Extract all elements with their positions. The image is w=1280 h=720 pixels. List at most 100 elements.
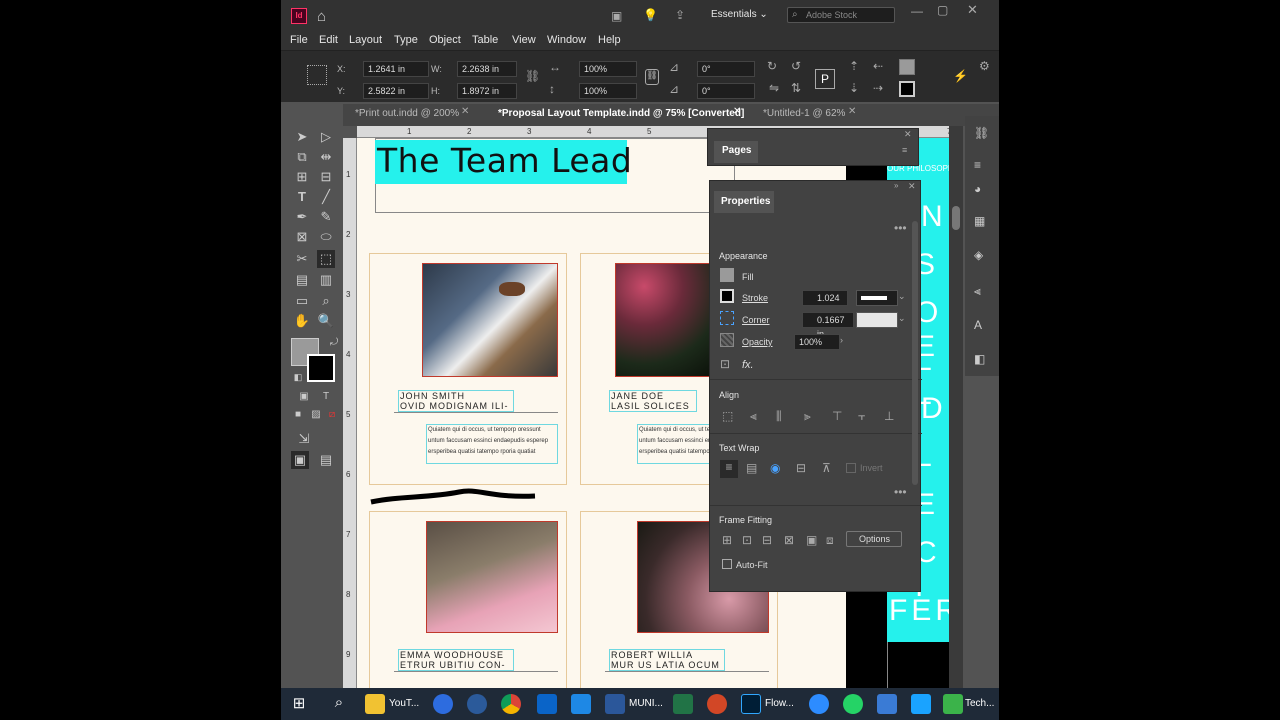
links-icon[interactable]: ⛓ <box>974 126 989 140</box>
opacity-label[interactable]: Opacity <box>742 337 773 347</box>
line-tool-icon[interactable]: ╱ <box>317 188 335 206</box>
chrome-icon[interactable] <box>501 694 521 714</box>
text-frame-p-icon[interactable]: P <box>815 69 835 89</box>
properties-panel[interactable]: » ✕ Properties ••• Appearance Fill Strok… <box>709 180 922 592</box>
home-icon[interactable]: ⌂ <box>317 8 326 25</box>
auto-fit-checkbox[interactable] <box>722 559 732 569</box>
type-tool-icon[interactable]: T <box>293 188 311 206</box>
rectangle-frame-tool-icon[interactable]: ⊠ <box>293 228 311 246</box>
more-options-icon[interactable]: ••• <box>894 221 907 235</box>
rotate-angle-field[interactable]: 0° <box>697 61 755 77</box>
corner-label[interactable]: Corner <box>742 315 770 325</box>
gear-icon[interactable]: ⚙ <box>979 59 990 73</box>
gradient-feather-tool-icon[interactable]: ▥ <box>317 271 335 289</box>
page-heading[interactable]: The Team Lead <box>377 141 632 180</box>
flip-horizontal-icon[interactable]: ⇋ <box>769 81 779 95</box>
camtasia-icon[interactable] <box>943 694 963 714</box>
default-fill-stroke-icon[interactable]: ◧ <box>289 368 307 386</box>
screen-mode-icon[interactable]: ▣ <box>611 9 622 23</box>
view-options-icon[interactable]: ▤ <box>317 451 335 469</box>
corner-size-field[interactable]: 0.1667 in <box>802 312 854 339</box>
wrap-bounding-box-icon[interactable]: ▤ <box>746 461 757 475</box>
swap-fill-stroke-icon[interactable]: ⤾ <box>325 334 343 352</box>
more-options-icon[interactable]: ••• <box>894 485 907 499</box>
direct-selection-tool-icon[interactable]: ▷ <box>317 128 335 146</box>
color-panel-icon[interactable]: ◕ <box>974 182 981 196</box>
gap-tool-icon[interactable]: ⇹ <box>317 148 335 166</box>
free-transform-tool-icon[interactable]: ⬚ <box>317 250 335 268</box>
chevron-down-icon[interactable]: ⌄ <box>898 313 906 324</box>
photo-pink-flowers[interactable] <box>426 521 558 633</box>
transform-icon[interactable]: ⊡ <box>720 357 730 371</box>
whatsapp-icon[interactable] <box>843 694 863 714</box>
fit-frame-to-content-icon[interactable]: ⊟ <box>762 533 772 547</box>
scrollbar-thumb[interactable] <box>952 206 960 230</box>
menu-file[interactable]: File <box>290 34 308 46</box>
taskbar-label-flow[interactable]: Flow... <box>765 698 794 709</box>
content-aware-fit-icon[interactable]: ⧈ <box>826 533 834 548</box>
stroke-label[interactable]: Stroke <box>742 293 768 303</box>
tab-close-icon[interactable]: ✕ <box>848 106 856 117</box>
layers-icon[interactable]: ◈ <box>974 248 983 262</box>
constrain-proportions-icon[interactable]: ⛓ <box>525 69 540 83</box>
scale-y-field[interactable]: 100% <box>579 83 637 99</box>
lightning-icon[interactable]: ⚡ <box>953 69 968 83</box>
app-icon[interactable] <box>571 694 591 714</box>
close-icon[interactable]: ✕ <box>967 2 978 18</box>
page-tool-icon[interactable]: ⧉ <box>293 148 311 166</box>
pen-tool-icon[interactable]: ✒ <box>293 208 311 226</box>
panel-close-icon[interactable]: ✕ <box>908 181 916 192</box>
properties-tab[interactable]: Properties <box>714 191 774 213</box>
search-icon[interactable]: ⌕ <box>329 694 349 714</box>
fit-content-to-frame-icon[interactable]: ⊠ <box>784 533 794 547</box>
menu-window[interactable]: Window <box>547 34 586 46</box>
content-placer-icon[interactable]: ⊟ <box>317 168 335 186</box>
apply-color-icon[interactable]: ■ <box>289 406 307 424</box>
panel-close-icon[interactable]: ✕ <box>904 129 912 140</box>
app-icon[interactable] <box>911 694 931 714</box>
menu-view[interactable]: View <box>512 34 536 46</box>
fill-swatch[interactable] <box>899 59 915 75</box>
menu-edit[interactable]: Edit <box>319 34 338 46</box>
jump-object-icon[interactable]: ⊟ <box>796 461 806 475</box>
collapse-icon[interactable]: » <box>894 181 898 190</box>
zoom-icon[interactable] <box>809 694 829 714</box>
swatches-icon[interactable]: ▦ <box>974 214 985 228</box>
file-explorer-icon[interactable] <box>365 694 385 714</box>
corner-shape-dropdown[interactable] <box>856 312 898 328</box>
taskbar-label-tech[interactable]: Tech... <box>965 698 994 709</box>
stroke-swatch[interactable] <box>899 81 915 97</box>
panel-scrollbar[interactable] <box>912 221 918 485</box>
scissors-tool-icon[interactable]: ✂ <box>293 250 311 268</box>
stroke-type-dropdown[interactable] <box>856 290 898 306</box>
menu-type[interactable]: Type <box>394 34 418 46</box>
content-collector-icon[interactable]: ⊞ <box>293 168 311 186</box>
photoshop-icon[interactable] <box>741 694 761 714</box>
hand-tool-icon[interactable]: ✋ <box>293 312 311 330</box>
align-top-icon[interactable]: ⊤ <box>832 409 842 423</box>
card-emma-woodhouse[interactable]: EMMA WOODHOUSE ETRUR UBITIU CON- <box>369 511 567 688</box>
stroke-weight-field[interactable]: 1.024 <box>802 290 848 306</box>
maximize-icon[interactable]: ▢ <box>937 3 948 17</box>
ellipse-tool-icon[interactable]: ⬭ <box>317 228 335 246</box>
hand-drawn-stroke[interactable] <box>369 486 539 508</box>
center-content-icon[interactable]: ▣ <box>806 533 817 547</box>
align-panel-icon[interactable]: ⫷ <box>974 284 981 299</box>
photo-flower-dark[interactable] <box>615 263 711 377</box>
constrain-scale-icon[interactable]: ⛓ <box>645 69 659 85</box>
gradient-panel-icon[interactable]: ◧ <box>974 352 985 366</box>
flip-vertical-icon[interactable]: ⇅ <box>791 81 801 95</box>
outlook-icon[interactable] <box>537 694 557 714</box>
chevron-down-icon[interactable]: ⌄ <box>898 291 906 302</box>
x-field[interactable]: 1.2641 in <box>363 61 429 77</box>
menu-object[interactable]: Object <box>429 34 461 46</box>
photo-groom[interactable] <box>422 263 558 377</box>
eyedropper-tool-icon[interactable]: ⌕ <box>317 292 335 310</box>
gradient-swatch-tool-icon[interactable]: ▤ <box>293 271 311 289</box>
w-field[interactable]: 2.2638 in <box>457 61 517 77</box>
stroke-color-swatch[interactable] <box>307 354 335 382</box>
reference-point-icon[interactable] <box>307 65 327 85</box>
character-styles-icon[interactable]: A <box>974 318 982 332</box>
align-vcenter-icon[interactable]: ⫟ <box>858 409 865 424</box>
share-icon[interactable]: ⇪ <box>675 8 685 22</box>
